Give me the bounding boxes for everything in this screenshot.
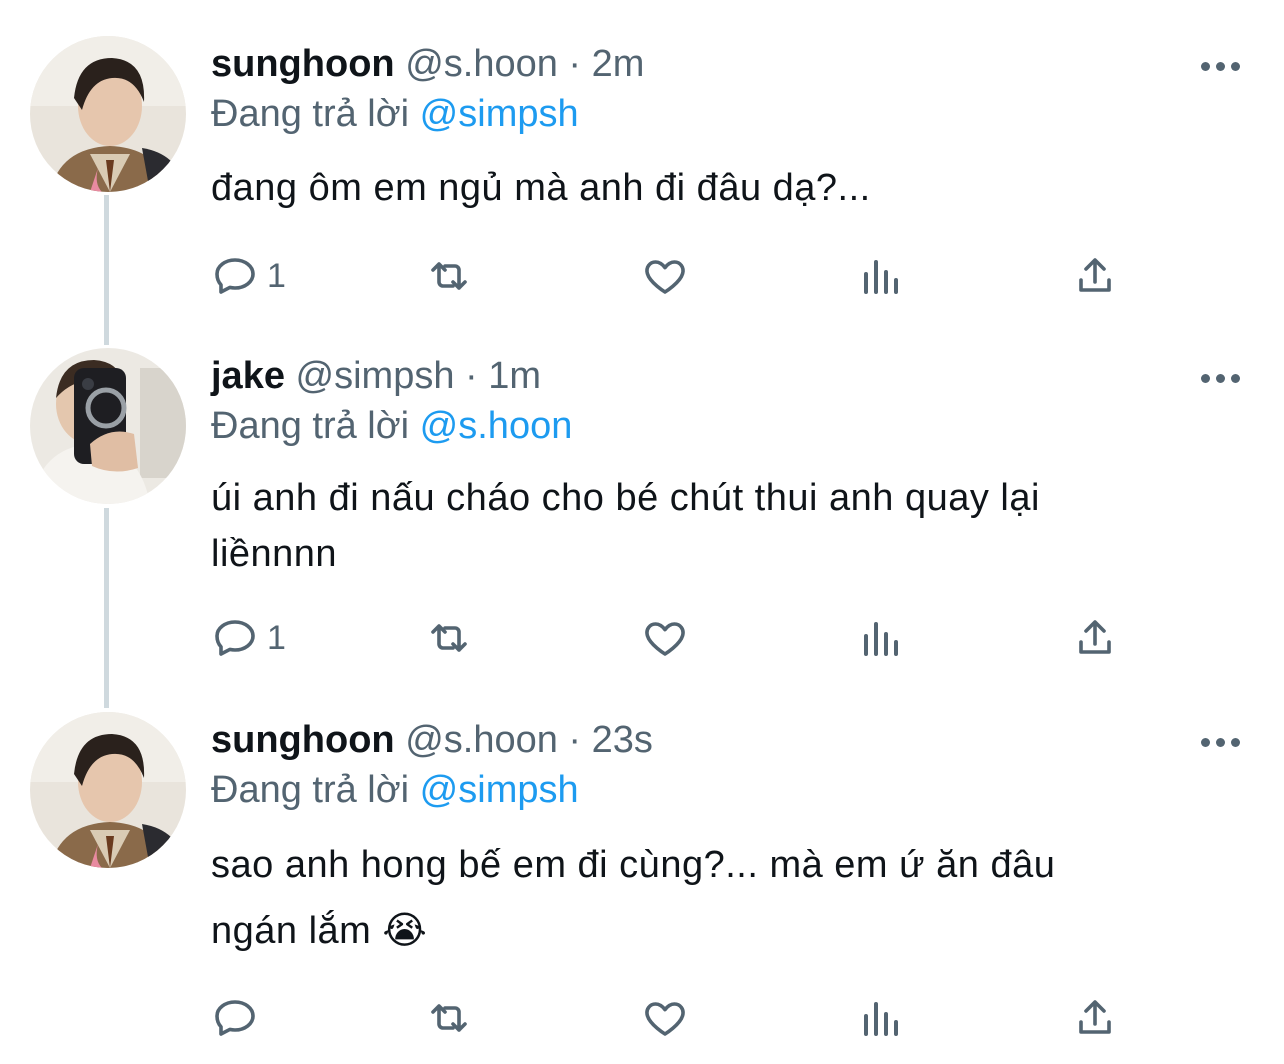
timestamp[interactable]: 23s bbox=[592, 719, 653, 761]
reply-icon bbox=[215, 258, 255, 294]
tweet-header: sunghoon @s.hoon · 23s bbox=[211, 712, 653, 768]
retweet-button[interactable] bbox=[425, 608, 473, 668]
action-bar bbox=[211, 988, 1211, 1048]
reply-button[interactable]: 1 bbox=[211, 246, 286, 306]
like-icon bbox=[645, 622, 685, 656]
timestamp[interactable]: 1m bbox=[488, 355, 541, 397]
more-options-icon[interactable] bbox=[1196, 54, 1244, 78]
reply-count: 1 bbox=[267, 256, 286, 295]
mention-link[interactable]: @simpsh bbox=[420, 769, 579, 811]
action-bar: 1 bbox=[211, 246, 1211, 306]
views-icon bbox=[864, 260, 898, 294]
replying-prefix: Đang trả lời bbox=[211, 93, 410, 135]
tweet[interactable]: sunghoon @s.hoon · 23s Đang trả lời @sim… bbox=[0, 712, 1284, 1062]
tweet-text-line: liềnnnn bbox=[211, 533, 338, 575]
mention-link[interactable]: @s.hoon bbox=[420, 405, 573, 447]
retweet-button[interactable] bbox=[425, 988, 473, 1048]
replying-to: Đang trả lời @simpsh bbox=[211, 86, 579, 142]
tweet-header: sunghoon @s.hoon · 2m bbox=[211, 36, 644, 92]
more-options-icon[interactable] bbox=[1196, 730, 1244, 754]
replying-prefix: Đang trả lời bbox=[211, 769, 410, 811]
reply-count: 1 bbox=[267, 618, 286, 657]
display-name[interactable]: sunghoon bbox=[211, 719, 395, 761]
display-name[interactable]: jake bbox=[211, 355, 285, 397]
reply-icon bbox=[215, 1000, 255, 1036]
more-options-icon[interactable] bbox=[1196, 366, 1244, 390]
avatar[interactable] bbox=[30, 712, 186, 868]
avatar-sunghoon-icon bbox=[30, 712, 186, 868]
avatar-jake-icon bbox=[30, 348, 186, 504]
avatar-sunghoon-icon bbox=[30, 36, 186, 192]
share-button[interactable] bbox=[1071, 246, 1119, 306]
like-icon bbox=[645, 260, 685, 294]
replying-prefix: Đang trả lời bbox=[211, 405, 410, 447]
retweet-icon bbox=[431, 262, 467, 290]
like-button[interactable] bbox=[641, 988, 689, 1048]
mention-link[interactable]: @simpsh bbox=[420, 93, 579, 135]
username[interactable]: @s.hoon bbox=[405, 43, 558, 85]
like-button[interactable] bbox=[641, 608, 689, 668]
tweet-text: úi anh đi nấu cháo cho bé chút thui anh … bbox=[211, 470, 1211, 582]
tweet[interactable]: sunghoon @s.hoon · 2m Đang trả lời @simp… bbox=[0, 36, 1284, 326]
retweet-icon bbox=[431, 624, 467, 652]
reply-button[interactable]: 1 bbox=[211, 608, 286, 668]
views-icon bbox=[864, 622, 898, 656]
avatar[interactable] bbox=[30, 36, 186, 192]
share-icon bbox=[1079, 620, 1111, 654]
tweet-text-line: úi anh đi nấu cháo cho bé chút thui anh … bbox=[211, 477, 1040, 519]
tweet-text-line: sao anh hong bế em đi cùng?... mà em ứ ă… bbox=[211, 844, 1056, 886]
share-button[interactable] bbox=[1071, 608, 1119, 668]
display-name[interactable]: sunghoon bbox=[211, 43, 395, 85]
username[interactable]: @simpsh bbox=[296, 355, 455, 397]
retweet-button[interactable] bbox=[425, 246, 473, 306]
separator-dot: · bbox=[568, 719, 582, 761]
views-icon bbox=[864, 1002, 898, 1036]
views-button[interactable] bbox=[856, 608, 904, 668]
retweet-icon bbox=[431, 1004, 467, 1032]
action-bar: 1 bbox=[211, 608, 1211, 668]
replying-to: Đang trả lời @s.hoon bbox=[211, 398, 572, 454]
reply-button[interactable] bbox=[211, 988, 267, 1048]
timestamp[interactable]: 2m bbox=[592, 43, 645, 85]
avatar[interactable] bbox=[30, 348, 186, 504]
share-icon bbox=[1079, 258, 1111, 292]
tweet-text-line: đang ôm em ngủ mà anh đi đâu dạ?... bbox=[211, 167, 871, 209]
share-button[interactable] bbox=[1071, 988, 1119, 1048]
tweet-text: đang ôm em ngủ mà anh đi đâu dạ?... bbox=[211, 160, 1211, 216]
like-icon bbox=[645, 1002, 685, 1036]
views-button[interactable] bbox=[856, 988, 904, 1048]
replying-to: Đang trả lời @simpsh bbox=[211, 762, 579, 818]
tweet[interactable]: jake @simpsh · 1m Đang trả lời @s.hoon ú… bbox=[0, 348, 1284, 688]
tweet-text: sao anh hong bế em đi cùng?... mà em ứ ă… bbox=[211, 832, 1211, 964]
username[interactable]: @s.hoon bbox=[405, 719, 558, 761]
tweet-header: jake @simpsh · 1m bbox=[211, 348, 541, 404]
share-icon bbox=[1079, 1000, 1111, 1034]
views-button[interactable] bbox=[856, 246, 904, 306]
like-button[interactable] bbox=[641, 246, 689, 306]
tweet-text-line: ngán lắm 😭 bbox=[211, 910, 428, 952]
reply-icon bbox=[215, 620, 255, 656]
separator-dot: · bbox=[465, 355, 478, 397]
separator-dot: · bbox=[568, 43, 582, 85]
